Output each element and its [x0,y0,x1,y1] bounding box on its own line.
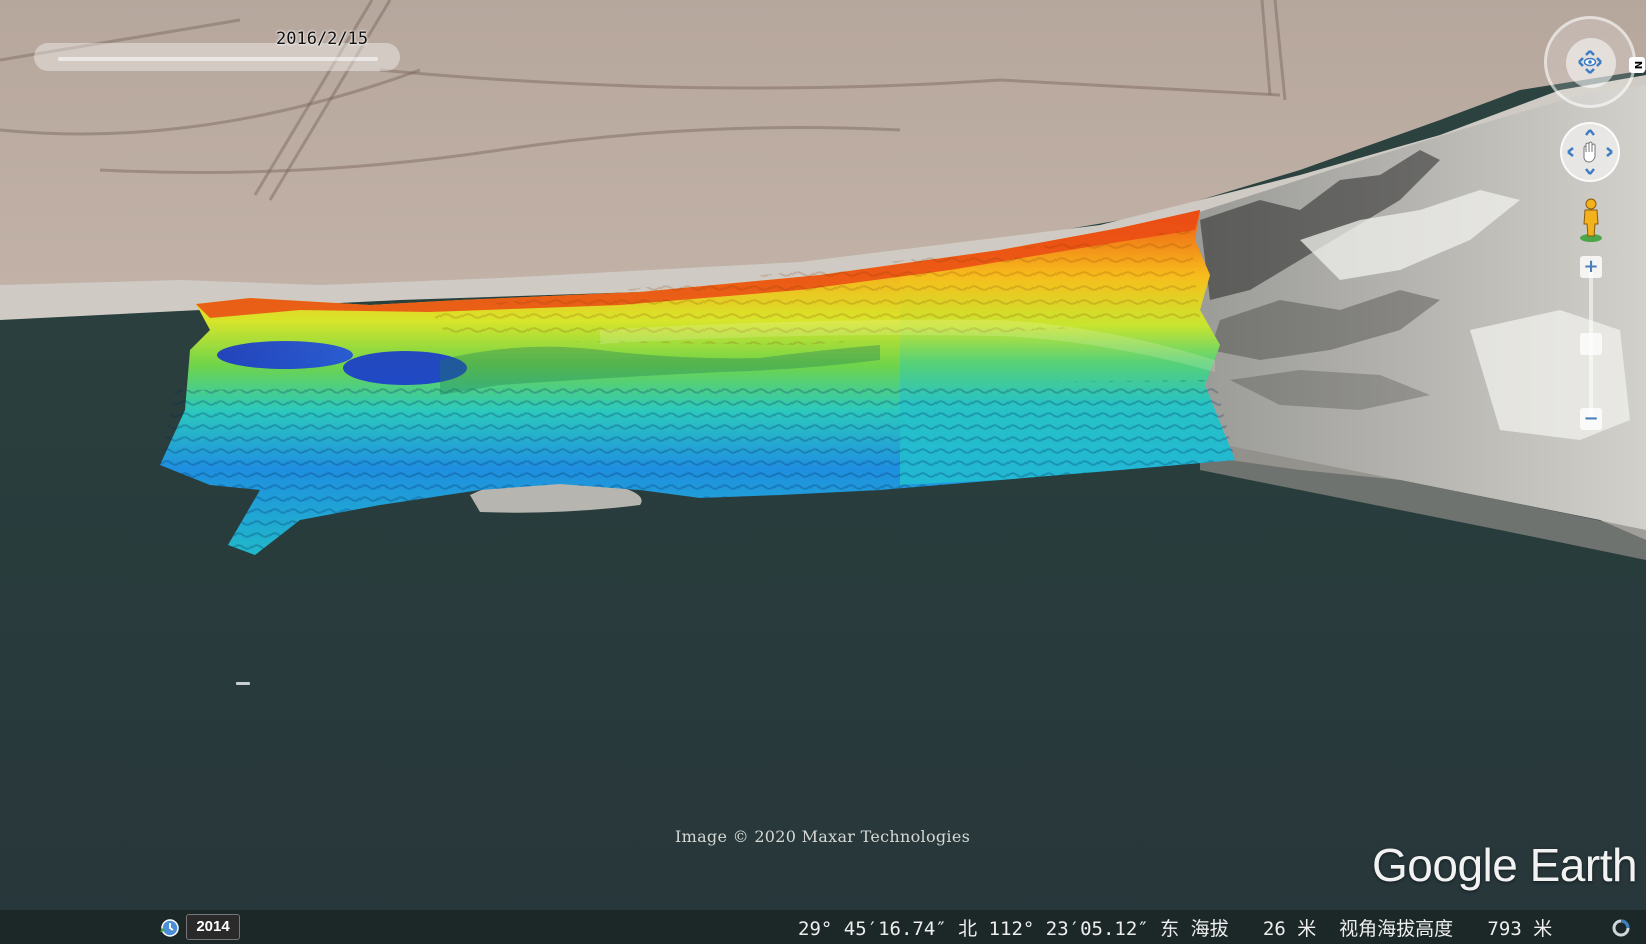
north-indicator[interactable]: N [1629,57,1645,73]
map-viewport[interactable]: 2016/2/15 N + − Image © 2020 Maxar Techn… [0,0,1646,944]
google-earth-logo: Google Earth [1372,839,1638,891]
zoom-slider-knob[interactable] [1580,333,1602,355]
pan-hand-icon[interactable] [1562,124,1618,180]
coordinates-readout: 29° 45′16.74″ 北 112° 23′05.12″ 东 海拔 26 米… [798,918,1553,940]
pan-control[interactable] [1560,122,1620,182]
imagery-date-label: 2016/2/15 [276,29,369,49]
satellite-imagery [0,0,1646,944]
loading-spinner-icon [1612,919,1630,937]
historical-imagery-year[interactable]: 2014 [186,914,240,940]
zoom-out-icon[interactable]: − [1580,408,1602,430]
imagery-attribution: Image © 2020 Maxar Technologies [675,827,971,846]
look-around-eye-icon[interactable] [1577,49,1603,75]
pegman-icon[interactable] [1578,196,1604,244]
zoom-in-icon[interactable]: + [1580,256,1602,278]
historical-clock-icon[interactable] [160,918,180,938]
